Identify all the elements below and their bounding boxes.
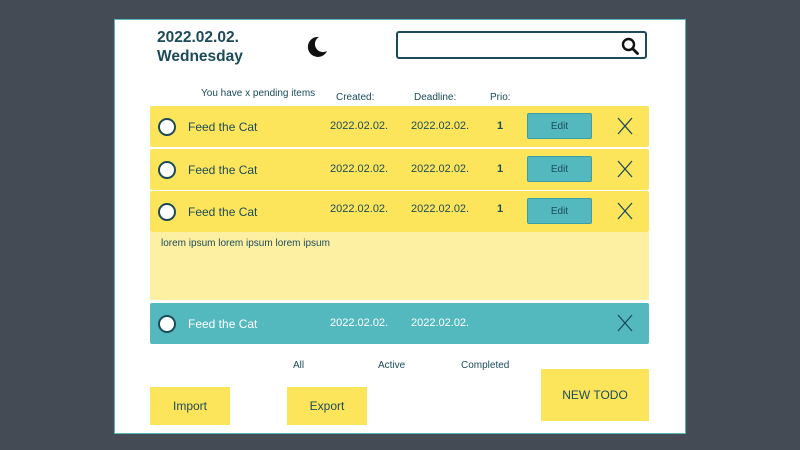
- pending-count: You have x pending items: [201, 88, 316, 99]
- todo-row-completed[interactable]: Feed the Cat 2022.02.02. 2022.02.02.: [150, 303, 649, 344]
- todo-deadline: 2022.02.02.: [411, 317, 470, 329]
- complete-toggle[interactable]: [158, 203, 176, 221]
- close-icon[interactable]: [617, 160, 633, 178]
- todo-prio: 1: [497, 203, 504, 215]
- import-button[interactable]: Import: [150, 387, 230, 425]
- close-icon[interactable]: [617, 202, 633, 220]
- todo-row[interactable]: Feed the Cat 2022.02.02. 2022.02.02. 1 E…: [150, 149, 649, 190]
- column-deadline: Deadline:: [414, 92, 457, 103]
- todo-title: Feed the Cat: [188, 120, 258, 134]
- search-box[interactable]: [396, 31, 647, 59]
- filter-all[interactable]: All: [293, 360, 304, 371]
- todo-deadline: 2022.02.02.: [411, 203, 470, 215]
- weekday-text: Wednesday: [157, 48, 243, 65]
- todo-deadline: 2022.02.02.: [411, 120, 470, 132]
- todo-prio: 1: [497, 163, 504, 175]
- complete-toggle[interactable]: [158, 315, 176, 333]
- todo-created: 2022.02.02.: [330, 317, 389, 329]
- todo-created: 2022.02.02.: [330, 163, 389, 175]
- search-icon[interactable]: [621, 37, 639, 55]
- date-heading: 2022.02.02. Wednesday: [157, 28, 243, 66]
- complete-toggle[interactable]: [158, 118, 176, 136]
- complete-toggle[interactable]: [158, 161, 176, 179]
- todo-created: 2022.02.02.: [330, 120, 389, 132]
- column-created: Created:: [336, 92, 375, 103]
- todo-row[interactable]: Feed the Cat 2022.02.02. 2022.02.02. 1 E…: [150, 106, 649, 147]
- todo-created: 2022.02.02.: [330, 203, 389, 215]
- edit-button[interactable]: Edit: [527, 156, 592, 182]
- close-icon[interactable]: [617, 117, 633, 135]
- todo-title: Feed the Cat: [188, 317, 258, 331]
- close-icon[interactable]: [617, 314, 633, 332]
- filter-completed[interactable]: Completed: [461, 360, 509, 371]
- new-todo-button[interactable]: NEW TODO: [541, 369, 649, 421]
- edit-button[interactable]: Edit: [527, 113, 592, 139]
- todo-row[interactable]: Feed the Cat 2022.02.02. 2022.02.02. 1 E…: [150, 191, 649, 232]
- todo-description-text: lorem ipsum lorem ipsum lorem ipsum: [161, 238, 330, 249]
- todo-description: lorem ipsum lorem ipsum lorem ipsum: [150, 232, 649, 300]
- export-button[interactable]: Export: [287, 387, 367, 425]
- todo-prio: 1: [497, 120, 504, 132]
- todo-title: Feed the Cat: [188, 205, 258, 219]
- moon-icon[interactable]: [303, 34, 329, 60]
- search-input[interactable]: [402, 35, 616, 57]
- todo-deadline: 2022.02.02.: [411, 163, 470, 175]
- filter-active[interactable]: Active: [378, 360, 405, 371]
- column-prio: Prio:: [490, 92, 511, 103]
- todo-title: Feed the Cat: [188, 163, 258, 177]
- edit-button[interactable]: Edit: [527, 198, 592, 224]
- date-text: 2022.02.02.: [157, 29, 239, 46]
